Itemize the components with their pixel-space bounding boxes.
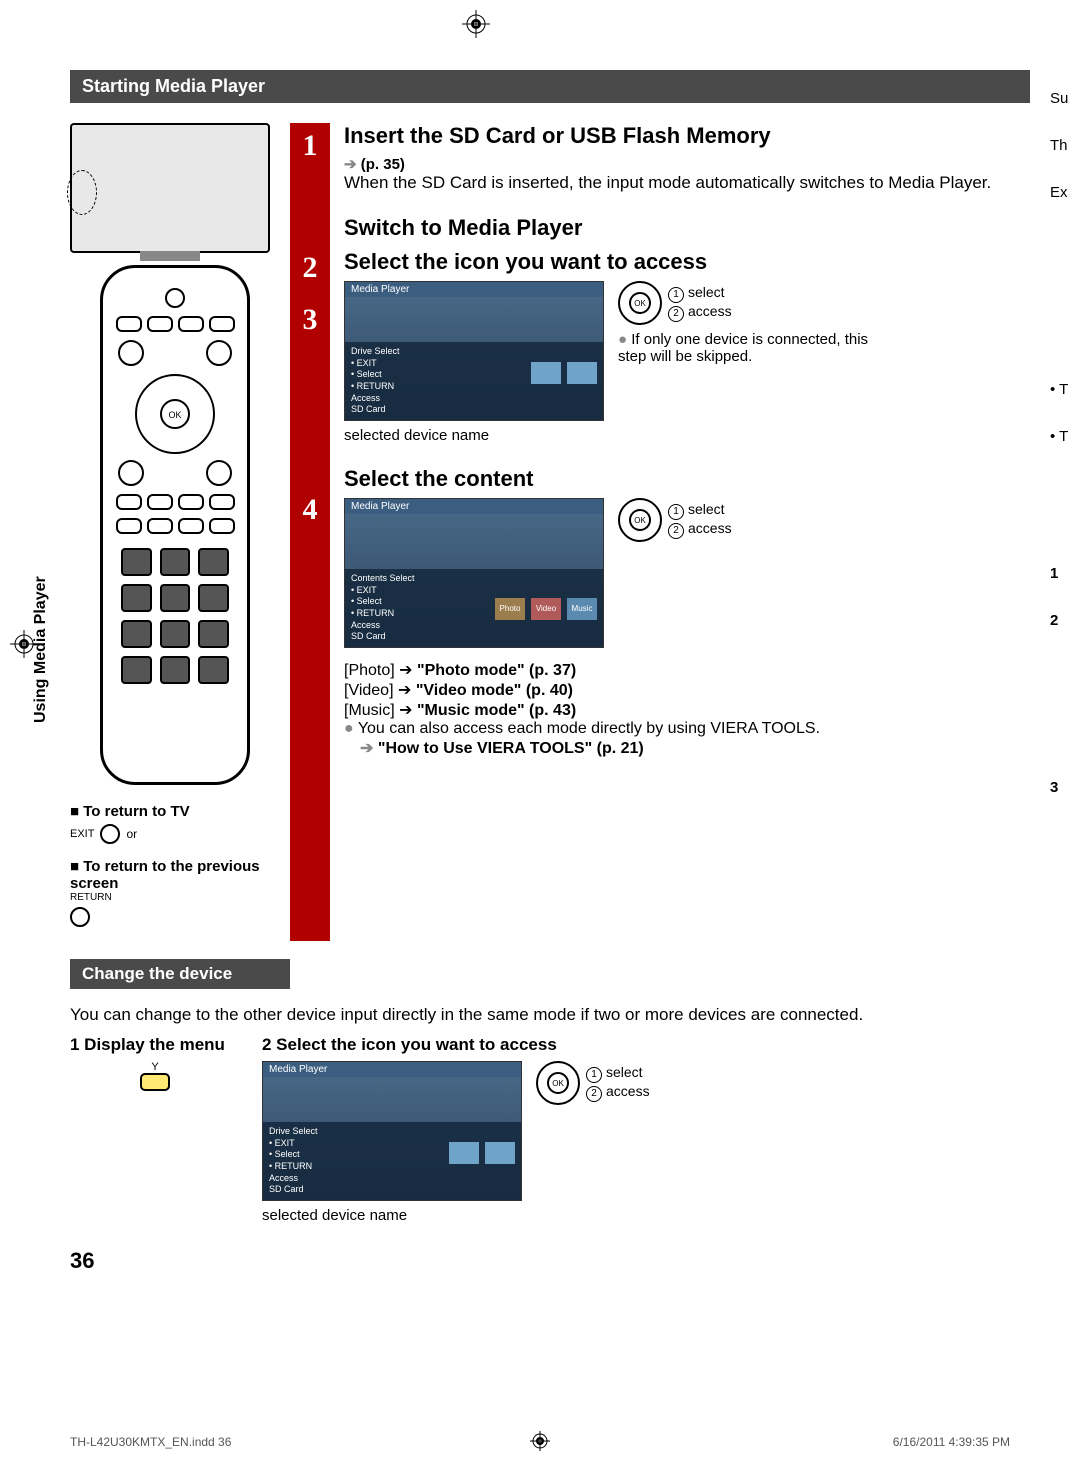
step-4: Select the content Media Player Contents…: [344, 466, 1030, 758]
video-tab: Video: [531, 598, 561, 620]
music-tab: Music: [567, 598, 597, 620]
step-1-title: Insert the SD Card or USB Flash Memory: [344, 123, 1030, 149]
cd-step1-label: 1 Display the menu: [70, 1035, 240, 1055]
change-device-body: You can change to the other device input…: [70, 1005, 1030, 1025]
page-number: 36: [70, 1248, 94, 1274]
exit-button-icon: [100, 824, 120, 844]
drive-select-screen: Media Player Drive Select • EXIT • Selec…: [344, 281, 604, 421]
contents-select-screen: Media Player Contents Select • EXIT • Se…: [344, 498, 604, 648]
ok-access-label: access: [586, 1083, 650, 1102]
step-3-title: Select the icon you want to access: [344, 249, 1030, 275]
return-button-icon: [70, 907, 90, 927]
ok-button-icon: OK: [160, 399, 190, 429]
viera-ref: "How to Use VIERA TOOLS" (p. 21): [360, 738, 1030, 758]
ok-select-label: select: [668, 284, 732, 303]
photo-tab: Photo: [495, 598, 525, 620]
next-page-clip: Su Th Ex • T • T 1 2 3: [1050, 90, 1080, 990]
info-button-icon: [118, 340, 144, 366]
ok-select-label: select: [586, 1064, 650, 1083]
step-3-note: If only one device is connected, this st…: [618, 331, 878, 365]
footer-timestamp: 6/16/2011 4:39:35 PM: [893, 1435, 1010, 1449]
yellow-button-icon: [140, 1073, 170, 1091]
step-1: Insert the SD Card or USB Flash Memory (…: [344, 123, 1030, 193]
step-2: Switch to Media Player: [344, 215, 1030, 241]
cd-drive-select-screen: Media Player Drive Select • EXIT• Select…: [262, 1061, 522, 1201]
cd-caption: selected device name: [262, 1207, 522, 1224]
step-3: Select the icon you want to access Media…: [344, 249, 1030, 444]
dpad-icon: OK: [135, 374, 215, 454]
ok-access-label: access: [668, 520, 732, 539]
section-heading: Starting Media Player: [70, 70, 1030, 103]
return-prev-hint: To return to the previous screen RETURN: [70, 858, 280, 927]
cd-step2-label: 2 Select the icon you want to access: [262, 1035, 1030, 1055]
registration-mark-bottom: [530, 1431, 550, 1451]
return-to-tv-hint: To return to TV EXIT or: [70, 803, 280, 844]
side-tab-label: Using Media Player: [32, 576, 50, 723]
remote-illustration: OK: [100, 265, 250, 785]
ok-access-label: access: [668, 303, 732, 322]
sd-slot-highlight: [67, 170, 97, 215]
step-1-body: When the SD Card is inserted, the input …: [344, 173, 1030, 193]
viera-note: You can also access each mode directly b…: [344, 720, 1030, 738]
ok-pad-icon: OK: [536, 1061, 580, 1105]
tv-illustration: [70, 123, 270, 253]
step-number-rail: 1 2 3 4: [290, 123, 330, 941]
ok-pad-icon: OK: [618, 281, 662, 325]
ok-pad-icon: OK: [618, 498, 662, 542]
step-3-caption: selected device name: [344, 427, 604, 444]
step-4-title: Select the content: [344, 466, 1030, 492]
change-device-heading: Change the device: [70, 959, 290, 989]
step-1-page-ref: (p. 35): [344, 155, 1030, 173]
registration-mark-top: [462, 10, 490, 38]
return-button-icon: [206, 460, 232, 486]
ok-select-label: select: [668, 501, 732, 520]
step-2-title: Switch to Media Player: [344, 215, 1030, 241]
footer-file: TH-L42U30KMTX_EN.indd 36: [70, 1435, 231, 1449]
